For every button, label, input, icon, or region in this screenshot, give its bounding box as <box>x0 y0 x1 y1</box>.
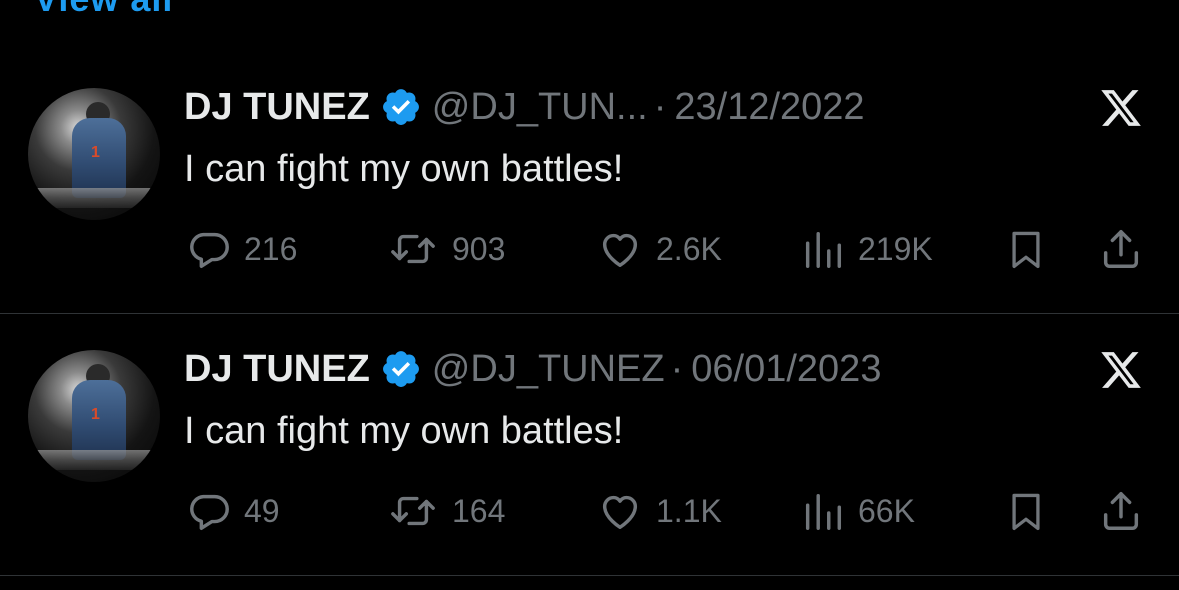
retweet-button[interactable]: 903 <box>386 226 505 272</box>
avatar-dj-deck <box>34 188 154 208</box>
reply-button[interactable]: 49 <box>186 488 280 534</box>
separator-dot: · <box>653 85 667 128</box>
heart-icon <box>602 495 638 530</box>
verified-badge-icon <box>382 351 419 387</box>
like-count: 2.6K <box>656 230 722 267</box>
share-icon <box>1103 492 1139 530</box>
user-handle[interactable]: @DJ_TUN... <box>432 86 648 129</box>
x-logo-icon <box>1101 90 1141 126</box>
tweet-text: I can fight my own battles! <box>184 410 624 452</box>
retweet-icon <box>391 496 435 526</box>
like-button[interactable]: 1.1K <box>596 488 722 534</box>
like-count: 1.1K <box>656 492 722 529</box>
avatar[interactable]: 1 <box>28 350 160 482</box>
avatar-jersey-number: 1 <box>91 406 100 423</box>
reply-icon <box>190 494 229 530</box>
tweet-header: DJ TUNEZ @DJ_TUNEZ · 06/01/2023 <box>184 346 881 392</box>
views-count: 66K <box>858 492 915 529</box>
retweet-button[interactable]: 164 <box>386 488 505 534</box>
display-name[interactable]: DJ TUNEZ <box>184 86 370 129</box>
retweet-count: 164 <box>452 492 506 529</box>
tweet-date[interactable]: 06/01/2023 <box>691 348 881 391</box>
display-name[interactable]: DJ TUNEZ <box>184 348 370 391</box>
views-icon <box>805 231 842 268</box>
bookmark-icon <box>1012 493 1040 531</box>
retweet-count: 903 <box>452 230 506 267</box>
share-button[interactable] <box>1098 226 1144 272</box>
retweet-icon <box>391 234 435 264</box>
reply-button[interactable]: 216 <box>186 226 297 272</box>
reply-icon <box>190 232 229 268</box>
views-icon <box>805 493 842 530</box>
tweet-card[interactable]: 1 DJ TUNEZ @DJ_TUN... · 23/12/2022 I can… <box>0 52 1179 314</box>
tweet-divider <box>0 575 1179 576</box>
user-handle[interactable]: @DJ_TUNEZ <box>432 348 665 391</box>
tweet-text: I can fight my own battles! <box>184 148 624 190</box>
separator-dot: · <box>670 347 684 390</box>
reply-count: 216 <box>244 230 298 267</box>
tweet-date[interactable]: 23/12/2022 <box>674 86 864 129</box>
avatar-jersey-number: 1 <box>91 144 100 161</box>
bookmark-icon <box>1012 231 1040 269</box>
views-button[interactable]: 66K <box>800 488 915 534</box>
views-button[interactable]: 219K <box>800 226 933 272</box>
heart-icon <box>602 233 638 268</box>
reply-count: 49 <box>244 492 280 529</box>
verified-badge-icon <box>382 89 419 125</box>
like-button[interactable]: 2.6K <box>596 226 722 272</box>
x-logo-icon <box>1101 352 1141 388</box>
tweet-header: DJ TUNEZ @DJ_TUN... · 23/12/2022 <box>184 84 865 130</box>
share-icon <box>1103 230 1139 268</box>
avatar-dj-deck <box>34 450 154 470</box>
bookmark-button[interactable] <box>1004 488 1048 534</box>
view-all-link[interactable]: View all <box>34 0 173 20</box>
tweet-card[interactable]: 1 DJ TUNEZ @DJ_TUNEZ · 06/01/2023 I can … <box>0 314 1179 576</box>
share-button[interactable] <box>1098 488 1144 534</box>
avatar[interactable]: 1 <box>28 88 160 220</box>
views-count: 219K <box>858 230 933 267</box>
bookmark-button[interactable] <box>1004 226 1048 272</box>
